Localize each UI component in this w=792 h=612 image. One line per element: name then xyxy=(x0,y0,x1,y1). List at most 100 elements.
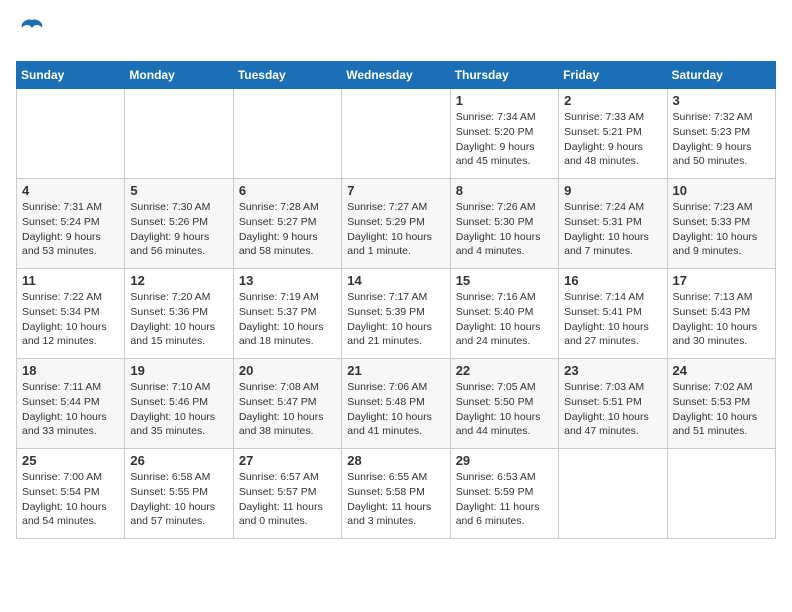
day-number: 29 xyxy=(456,453,553,468)
calendar-cell xyxy=(342,89,450,179)
day-number: 18 xyxy=(22,363,119,378)
week-row-4: 18 Sunrise: 7:11 AMSunset: 5:44 PMDayligh… xyxy=(17,359,776,449)
calendar-cell: 28Sunrise: 6:55 AMSunset: 5:58 PMDayligh… xyxy=(342,449,450,539)
day-number: 22 xyxy=(456,363,553,378)
day-info: Sunrise: 7:23 AMSunset: 5:33 PMDaylight:… xyxy=(673,200,770,259)
calendar-cell xyxy=(233,89,341,179)
day-info: Sunrise: 7:03 AMSunset: 5:51 PMDaylight:… xyxy=(564,380,661,439)
week-row-3: 11 Sunrise: 7:22 AMSunset: 5:34 PMDayligh… xyxy=(17,269,776,359)
calendar-cell: 14 Sunrise: 7:17 AMSunset: 5:39 PMDayligh… xyxy=(342,269,450,359)
day-number: 14 xyxy=(347,273,444,288)
day-number: 3 xyxy=(673,93,770,108)
calendar-cell: 2 Sunrise: 7:33 AMSunset: 5:21 PMDaylight… xyxy=(559,89,667,179)
day-info: Sunrise: 6:57 AMSunset: 5:57 PMDaylight:… xyxy=(239,470,336,529)
calendar-cell: 22 Sunrise: 7:05 AMSunset: 5:50 PMDayligh… xyxy=(450,359,558,449)
calendar-cell xyxy=(125,89,233,179)
day-info: Sunrise: 7:34 AMSunset: 5:20 PMDaylight:… xyxy=(456,110,553,169)
day-number: 17 xyxy=(673,273,770,288)
day-info: Sunrise: 7:10 AMSunset: 5:46 PMDaylight:… xyxy=(130,380,227,439)
day-number: 9 xyxy=(564,183,661,198)
day-info: Sunrise: 7:32 AMSunset: 5:23 PMDaylight:… xyxy=(673,110,770,169)
day-number: 7 xyxy=(347,183,444,198)
day-info: Sunrise: 7:20 AMSunset: 5:36 PMDaylight:… xyxy=(130,290,227,349)
calendar-cell: 1 Sunrise: 7:34 AMSunset: 5:20 PMDaylight… xyxy=(450,89,558,179)
day-info: Sunrise: 7:16 AMSunset: 5:40 PMDaylight:… xyxy=(456,290,553,349)
weekday-header-tuesday: Tuesday xyxy=(233,62,341,89)
week-row-5: 25 Sunrise: 7:00 AMSunset: 5:54 PMDayligh… xyxy=(17,449,776,539)
calendar-cell: 25 Sunrise: 7:00 AMSunset: 5:54 PMDayligh… xyxy=(17,449,125,539)
calendar-cell: 12 Sunrise: 7:20 AMSunset: 5:36 PMDayligh… xyxy=(125,269,233,359)
calendar-cell: 21 Sunrise: 7:06 AMSunset: 5:48 PMDayligh… xyxy=(342,359,450,449)
calendar-cell: 15 Sunrise: 7:16 AMSunset: 5:40 PMDayligh… xyxy=(450,269,558,359)
day-info: Sunrise: 7:24 AMSunset: 5:31 PMDaylight:… xyxy=(564,200,661,259)
calendar-table: SundayMondayTuesdayWednesdayThursdayFrid… xyxy=(16,61,776,539)
weekday-header-friday: Friday xyxy=(559,62,667,89)
calendar-cell: 19 Sunrise: 7:10 AMSunset: 5:46 PMDayligh… xyxy=(125,359,233,449)
day-info: Sunrise: 7:11 AMSunset: 5:44 PMDaylight:… xyxy=(22,380,119,439)
day-number: 25 xyxy=(22,453,119,468)
day-info: Sunrise: 7:19 AMSunset: 5:37 PMDaylight:… xyxy=(239,290,336,349)
day-info: Sunrise: 7:33 AMSunset: 5:21 PMDaylight:… xyxy=(564,110,661,169)
day-number: 28 xyxy=(347,453,444,468)
calendar-cell: 9 Sunrise: 7:24 AMSunset: 5:31 PMDaylight… xyxy=(559,179,667,269)
day-number: 15 xyxy=(456,273,553,288)
day-info: Sunrise: 6:53 AMSunset: 5:59 PMDaylight:… xyxy=(456,470,553,529)
week-row-2: 4Sunrise: 7:31 AMSunset: 5:24 PMDaylight… xyxy=(17,179,776,269)
day-number: 1 xyxy=(456,93,553,108)
day-info: Sunrise: 7:02 AMSunset: 5:53 PMDaylight:… xyxy=(673,380,770,439)
weekday-header-saturday: Saturday xyxy=(667,62,775,89)
calendar-cell: 26Sunrise: 6:58 AMSunset: 5:55 PMDayligh… xyxy=(125,449,233,539)
day-number: 20 xyxy=(239,363,336,378)
calendar-cell: 13 Sunrise: 7:19 AMSunset: 5:37 PMDayligh… xyxy=(233,269,341,359)
day-info: Sunrise: 7:00 AMSunset: 5:54 PMDaylight:… xyxy=(22,470,119,529)
day-info: Sunrise: 7:26 AMSunset: 5:30 PMDaylight:… xyxy=(456,200,553,259)
calendar-cell: 10 Sunrise: 7:23 AMSunset: 5:33 PMDayligh… xyxy=(667,179,775,269)
weekday-header-monday: Monday xyxy=(125,62,233,89)
calendar-cell: 3 Sunrise: 7:32 AMSunset: 5:23 PMDaylight… xyxy=(667,89,775,179)
calendar-cell: 6 Sunrise: 7:28 AMSunset: 5:27 PMDaylight… xyxy=(233,179,341,269)
day-number: 10 xyxy=(673,183,770,198)
day-info: Sunrise: 7:31 AMSunset: 5:24 PMDaylight:… xyxy=(22,200,119,259)
calendar-cell: 27 Sunrise: 6:57 AMSunset: 5:57 PMDayligh… xyxy=(233,449,341,539)
day-number: 13 xyxy=(239,273,336,288)
weekday-header-wednesday: Wednesday xyxy=(342,62,450,89)
calendar-cell: 23Sunrise: 7:03 AMSunset: 5:51 PMDayligh… xyxy=(559,359,667,449)
calendar-cell xyxy=(17,89,125,179)
day-number: 21 xyxy=(347,363,444,378)
calendar-cell: 5 Sunrise: 7:30 AMSunset: 5:26 PMDaylight… xyxy=(125,179,233,269)
day-number: 11 xyxy=(22,273,119,288)
day-number: 27 xyxy=(239,453,336,468)
logo xyxy=(16,16,46,49)
day-number: 16 xyxy=(564,273,661,288)
day-info: Sunrise: 7:05 AMSunset: 5:50 PMDaylight:… xyxy=(456,380,553,439)
day-number: 24 xyxy=(673,363,770,378)
weekday-header-row: SundayMondayTuesdayWednesdayThursdayFrid… xyxy=(17,62,776,89)
calendar-cell: 20 Sunrise: 7:08 AMSunset: 5:47 PMDayligh… xyxy=(233,359,341,449)
day-info: Sunrise: 7:08 AMSunset: 5:47 PMDaylight:… xyxy=(239,380,336,439)
day-info: Sunrise: 7:17 AMSunset: 5:39 PMDaylight:… xyxy=(347,290,444,349)
calendar-cell xyxy=(559,449,667,539)
logo-bird-icon xyxy=(18,16,46,44)
day-number: 2 xyxy=(564,93,661,108)
day-info: Sunrise: 7:22 AMSunset: 5:34 PMDaylight:… xyxy=(22,290,119,349)
logo-text xyxy=(16,16,46,49)
calendar-cell: 18 Sunrise: 7:11 AMSunset: 5:44 PMDayligh… xyxy=(17,359,125,449)
weekday-header-thursday: Thursday xyxy=(450,62,558,89)
calendar-cell: 16 Sunrise: 7:14 AMSunset: 5:41 PMDayligh… xyxy=(559,269,667,359)
calendar-cell: 11 Sunrise: 7:22 AMSunset: 5:34 PMDayligh… xyxy=(17,269,125,359)
day-info: Sunrise: 7:30 AMSunset: 5:26 PMDaylight:… xyxy=(130,200,227,259)
calendar-cell: 7 Sunrise: 7:27 AMSunset: 5:29 PMDaylight… xyxy=(342,179,450,269)
calendar-cell: 29 Sunrise: 6:53 AMSunset: 5:59 PMDayligh… xyxy=(450,449,558,539)
day-info: Sunrise: 7:14 AMSunset: 5:41 PMDaylight:… xyxy=(564,290,661,349)
page-header xyxy=(16,16,776,49)
day-number: 26 xyxy=(130,453,227,468)
day-number: 12 xyxy=(130,273,227,288)
day-number: 5 xyxy=(130,183,227,198)
day-info: Sunrise: 7:06 AMSunset: 5:48 PMDaylight:… xyxy=(347,380,444,439)
calendar-cell: 24 Sunrise: 7:02 AMSunset: 5:53 PMDayligh… xyxy=(667,359,775,449)
day-number: 6 xyxy=(239,183,336,198)
day-number: 19 xyxy=(130,363,227,378)
day-info: Sunrise: 7:27 AMSunset: 5:29 PMDaylight:… xyxy=(347,200,444,259)
calendar-cell xyxy=(667,449,775,539)
day-info: Sunrise: 7:28 AMSunset: 5:27 PMDaylight:… xyxy=(239,200,336,259)
